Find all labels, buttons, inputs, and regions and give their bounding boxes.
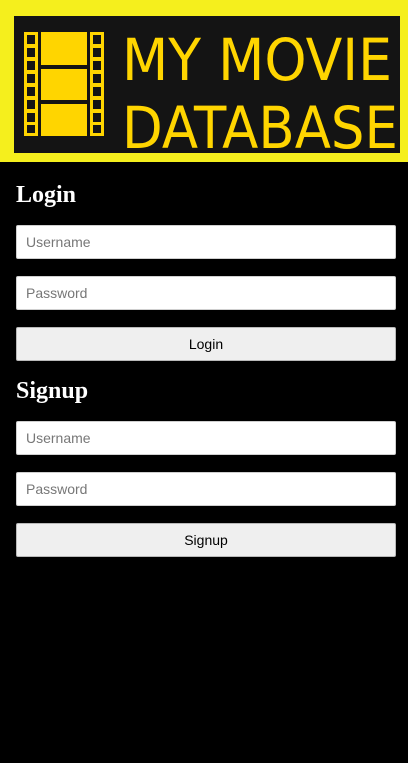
login-username-input[interactable] [16, 225, 396, 259]
logo: MY MOVIE DATABASE [14, 16, 400, 153]
logo-wordmark: MY MOVIE DATABASE [122, 26, 398, 152]
login-password-input[interactable] [16, 276, 396, 310]
login-button[interactable]: Login [16, 327, 396, 361]
signup-password-input[interactable] [16, 472, 396, 506]
signup-title: Signup [16, 378, 89, 404]
login-title: Login [16, 182, 77, 208]
header-banner: MY MOVIE DATABASE [0, 0, 408, 162]
logo-line-2: DATABASE [122, 94, 398, 152]
signup-button[interactable]: Signup [16, 523, 396, 557]
logo-line-1: MY MOVIE [122, 26, 392, 94]
film-strip-icon [24, 32, 104, 136]
signup-username-input[interactable] [16, 421, 396, 455]
